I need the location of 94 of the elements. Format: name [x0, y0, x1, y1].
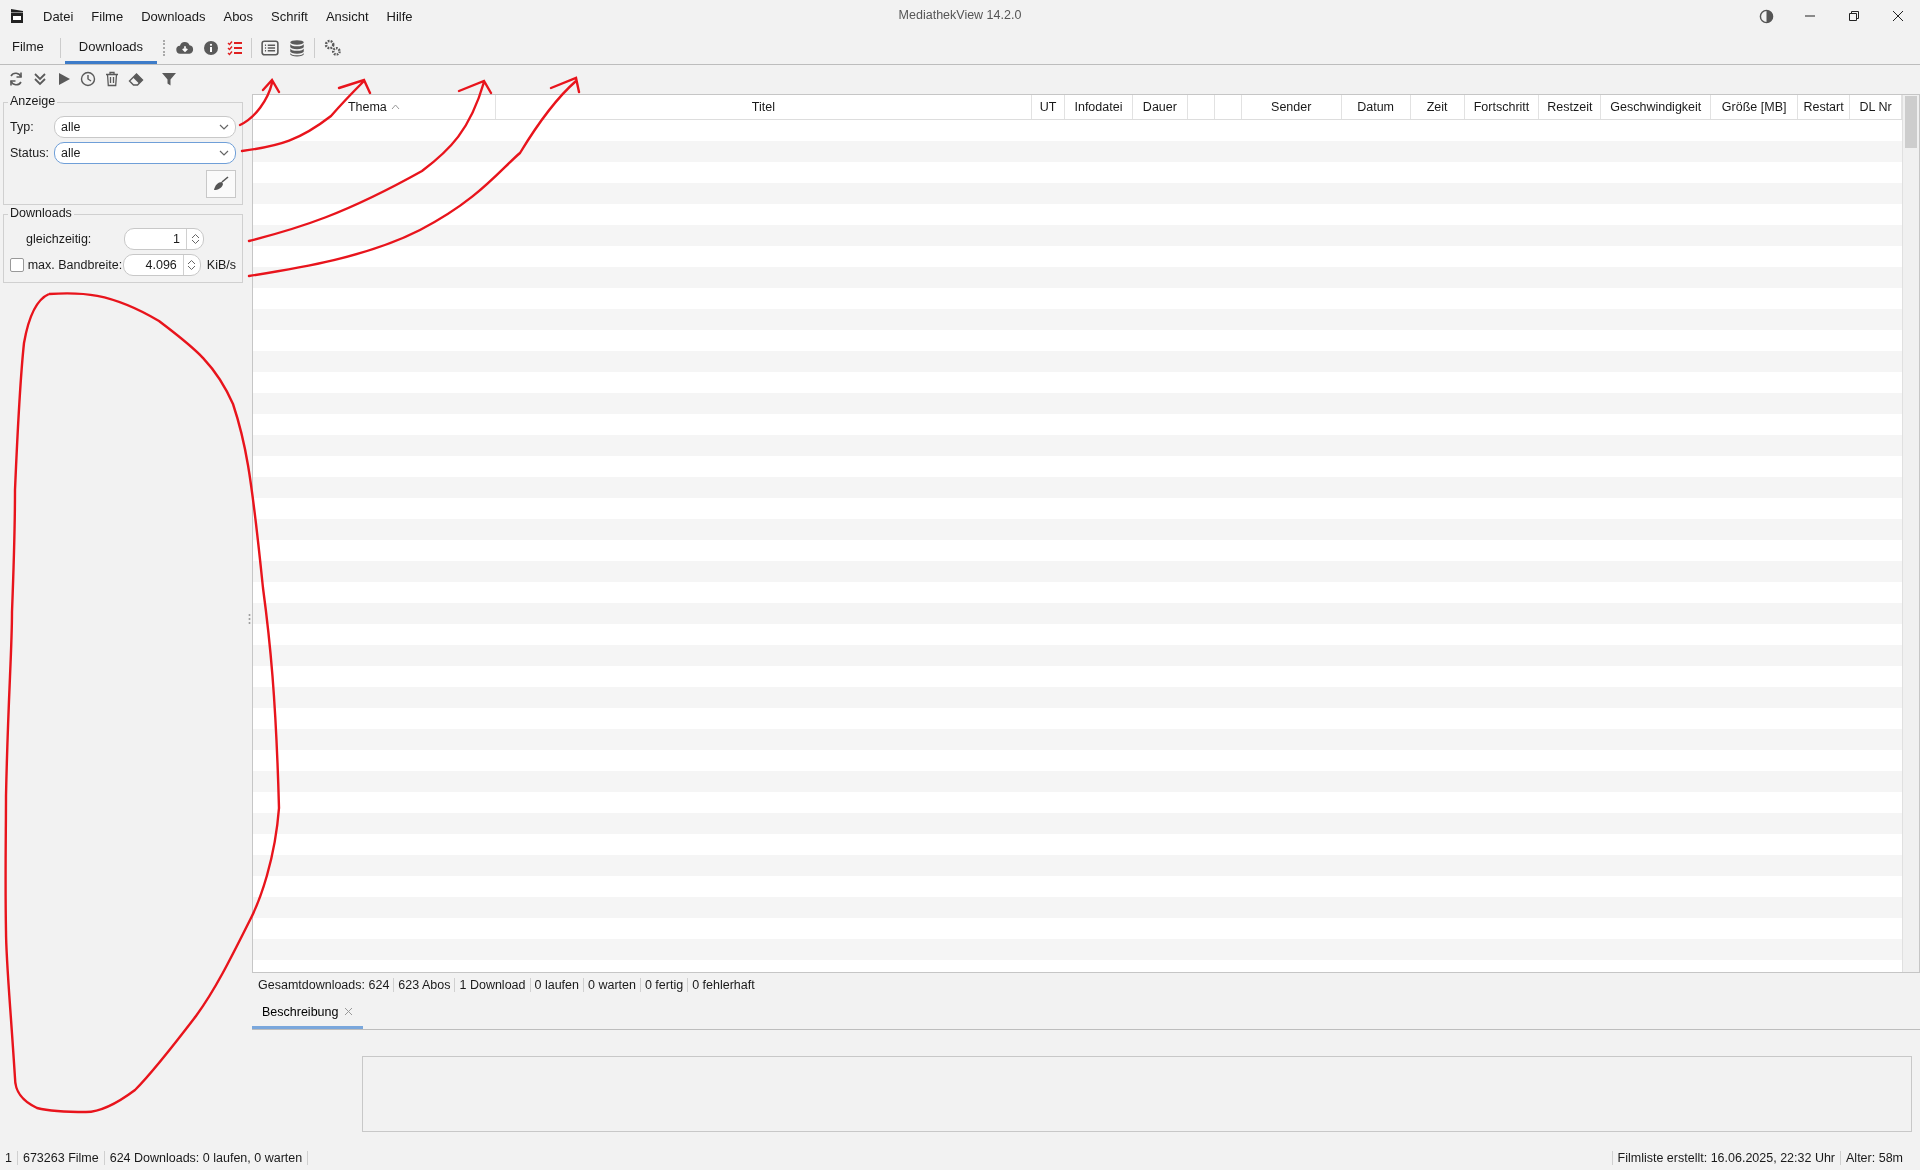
table-row-stripe[interactable] [253, 477, 1902, 498]
table-row-stripe[interactable] [253, 519, 1902, 540]
spinner-field[interactable]: 4.096 [122, 254, 201, 276]
spinner-field[interactable]: 1 [124, 228, 204, 250]
scrollbar[interactable] [1902, 95, 1919, 972]
stat-label: 0 warten [584, 978, 641, 992]
table-row-stripe[interactable] [253, 393, 1902, 414]
tab[interactable]: Beschreibung [252, 997, 364, 1029]
eraser-icon[interactable] [128, 71, 144, 87]
column-header[interactable]: Sender [1241, 95, 1342, 119]
field-label: gleichzeitig: [26, 232, 93, 246]
splitter-grip-icon[interactable] [247, 613, 251, 625]
play-icon[interactable] [56, 71, 72, 87]
clear-filter-button[interactable] [206, 170, 236, 198]
menu-item[interactable]: Schrift [262, 4, 317, 28]
stat-label: 1 Download [455, 978, 531, 992]
status-text: 1 [0, 1150, 18, 1165]
table-row-stripe[interactable] [253, 225, 1902, 246]
table-row-stripe[interactable] [253, 771, 1902, 792]
clapperboard-icon [10, 8, 24, 24]
table-row-stripe[interactable] [253, 267, 1902, 288]
stat-label: 623 Abos [394, 978, 456, 992]
column-header[interactable]: Datum [1341, 95, 1411, 119]
menu-item[interactable]: Filme [82, 4, 133, 28]
panel-title: Downloads [8, 206, 74, 220]
tab[interactable]: Downloads [64, 32, 158, 64]
refresh-icon[interactable] [8, 71, 24, 87]
stat-label: Gesamtdownloads: 624 [254, 978, 395, 992]
close-icon[interactable] [1892, 10, 1904, 22]
column-header[interactable]: Zeit [1410, 95, 1465, 119]
stat-label: 0 fertig [640, 978, 689, 992]
status-text: Alter: 58m [1840, 1150, 1908, 1165]
menu-item[interactable]: Datei [34, 4, 83, 28]
tab[interactable]: Filme [0, 32, 56, 64]
panel-title: Anzeige [8, 94, 58, 108]
checkbox[interactable] [10, 258, 24, 272]
column-header[interactable]: Infodatei [1065, 95, 1133, 119]
column-header[interactable]: Titel [495, 95, 1033, 119]
column-header[interactable]: Dauer [1132, 95, 1188, 119]
stat-label: 0 laufen [530, 978, 584, 992]
unit-label: KiB/s [206, 258, 236, 272]
menu-item[interactable]: Ansicht [316, 4, 378, 28]
table-row-stripe[interactable] [253, 939, 1902, 960]
spinner-arrows-icon[interactable] [190, 233, 200, 245]
menu-item[interactable]: Hilfe [377, 4, 422, 28]
scrollbar-thumb[interactable] [1905, 96, 1917, 148]
double-chevron-icon[interactable] [32, 71, 48, 87]
table-row-stripe[interactable] [253, 897, 1902, 918]
brush-icon [212, 176, 230, 192]
column-header[interactable]: DL Nr [1850, 95, 1902, 119]
status-text: 673263 Filme [17, 1150, 105, 1165]
info-icon[interactable] [203, 40, 220, 56]
spinner-arrows-icon[interactable] [187, 259, 197, 271]
dropdown-chevron-icon [219, 150, 229, 156]
database-icon[interactable] [288, 39, 307, 57]
list-icon[interactable] [260, 39, 281, 57]
menu-item[interactable]: Abos [214, 4, 263, 28]
table-row-stripe[interactable] [253, 351, 1902, 372]
table-row-stripe[interactable] [253, 729, 1902, 750]
table-row-stripe[interactable] [253, 183, 1902, 204]
column-header[interactable]: Geschwindigkeit [1601, 95, 1712, 119]
column-header[interactable]: UT [1032, 95, 1065, 119]
filter-icon[interactable] [161, 71, 177, 87]
table-row-stripe[interactable] [253, 603, 1902, 624]
column-header[interactable]: Thema [253, 95, 496, 119]
status-text: 624 Downloads: 0 laufen, 0 warten [104, 1150, 309, 1165]
window-title: MediathekView 14.2.0 [898, 8, 1022, 22]
menu-item[interactable]: Downloads [132, 4, 215, 28]
restore-icon[interactable] [1848, 10, 1860, 22]
field-label: Status: [10, 146, 48, 160]
table-row-stripe[interactable] [253, 813, 1902, 834]
gears-icon[interactable] [323, 39, 344, 57]
table-row-stripe[interactable] [253, 645, 1902, 666]
table-row-stripe[interactable] [253, 435, 1902, 456]
dropdown-field[interactable]: alle [54, 116, 236, 138]
field-label: Typ: [10, 120, 35, 134]
column-header[interactable]: Größe [MB] [1711, 95, 1799, 119]
trash-icon[interactable] [104, 71, 120, 87]
clock-icon[interactable] [80, 71, 96, 87]
dropdown-field[interactable]: alle [54, 142, 236, 164]
table-row-stripe[interactable] [253, 855, 1902, 876]
stat-label: 0 fehlerhaft [691, 978, 756, 992]
cloud-download-icon[interactable] [175, 39, 196, 57]
table-row-stripe[interactable] [253, 687, 1902, 708]
field-label: max. Bandbreite: [27, 258, 123, 272]
table-row-stripe[interactable] [253, 561, 1902, 582]
column-header[interactable]: Restzeit [1539, 95, 1602, 119]
status-text: Filmliste erstellt: 16.06.2025, 22:32 Uhr [1611, 1150, 1841, 1165]
checklist-icon[interactable] [227, 40, 244, 56]
column-header[interactable]: Restart [1798, 95, 1851, 119]
column-header[interactable]: Fortschritt [1464, 95, 1540, 119]
table-row-stripe[interactable] [253, 309, 1902, 330]
table-row-stripe[interactable] [253, 141, 1902, 162]
dropdown-chevron-icon [219, 124, 229, 130]
